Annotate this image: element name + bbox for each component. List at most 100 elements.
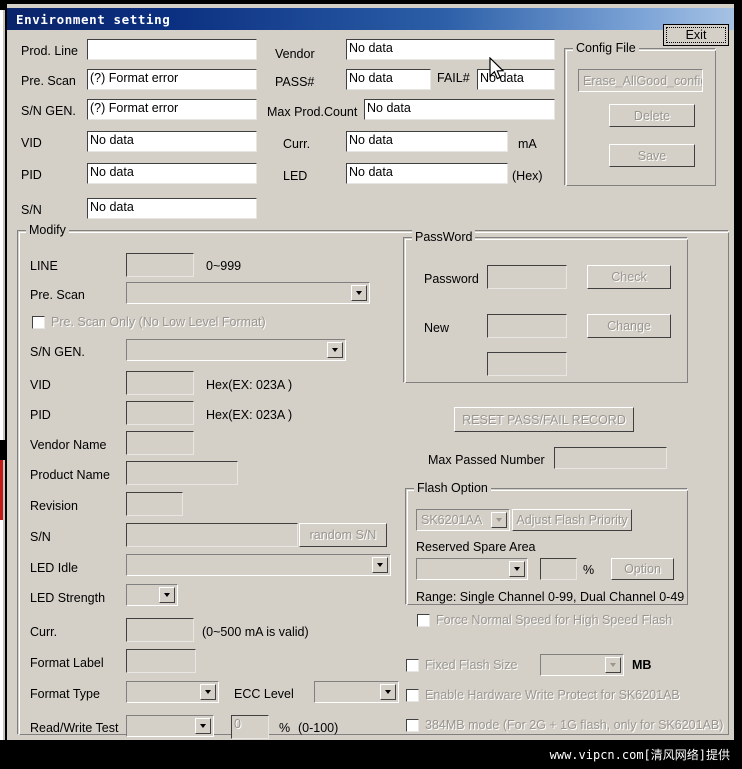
fixed-flash-size-combo[interactable]: [540, 654, 624, 676]
chevron-down-icon[interactable]: [195, 718, 211, 734]
reserved-percent-sign: %: [583, 563, 595, 577]
percent-sign-label: %: [279, 721, 291, 735]
read-write-test-label: Read/Write Test: [30, 721, 119, 735]
pid-status-field[interactable]: No data: [87, 163, 257, 184]
hw-write-protect-checkbox[interactable]: Enable Hardware Write Protect for SK6201…: [406, 688, 680, 702]
sn-status-field[interactable]: No data: [87, 198, 257, 219]
revision-input[interactable]: [126, 492, 183, 516]
window-title: Environment setting: [16, 11, 171, 27]
product-name-input[interactable]: [126, 461, 238, 485]
led-status-label: LED: [283, 169, 308, 183]
led-idle-combo[interactable]: [126, 554, 391, 576]
chevron-down-icon[interactable]: [491, 512, 507, 528]
ecc-level-label: ECC Level: [234, 687, 294, 701]
format-label-input[interactable]: [126, 649, 196, 673]
chevron-down-icon[interactable]: [372, 557, 388, 573]
reserved-spare-area-label: Reserved Spare Area: [416, 540, 536, 554]
exit-button[interactable]: Exit: [663, 24, 729, 46]
led-idle-label: LED Idle: [30, 561, 78, 575]
password-group: PassWord Password Check New Change: [403, 230, 688, 383]
new-password-input[interactable]: [487, 314, 567, 338]
reset-pass-fail-button[interactable]: RESET PASS/FAIL RECORD: [454, 407, 634, 432]
max-prod-count-label: Max Prod.Count: [267, 105, 358, 119]
ecc-level-combo[interactable]: [314, 681, 399, 703]
check-password-button[interactable]: Check: [587, 265, 671, 289]
mode-384mb-label: 384MB mode (For 2G + 1G flash, only for …: [425, 718, 724, 732]
mode-384mb-checkbox[interactable]: 384MB mode (For 2G + 1G flash, only for …: [406, 718, 723, 732]
client-area: Exit Prod. Line Pre. Scan (?) Format err…: [7, 24, 734, 740]
config-file-combo[interactable]: Erase_AllGood_config: [578, 69, 703, 92]
max-prod-count-field[interactable]: No data: [364, 99, 555, 120]
sn-gen-status-field[interactable]: (?) Format error: [87, 99, 257, 120]
reserved-spare-area-combo[interactable]: [416, 558, 528, 580]
fail-count-field[interactable]: No data: [477, 69, 555, 90]
chevron-down-icon[interactable]: [351, 285, 367, 301]
chevron-down-icon[interactable]: [327, 342, 343, 358]
confirm-password-input[interactable]: [487, 352, 567, 376]
window-left-edge: [0, 0, 7, 769]
line-input[interactable]: [126, 253, 194, 277]
pre-scan-only-checkbox[interactable]: Pre. Scan Only (No Low Level Format): [32, 315, 266, 329]
led-strength-combo[interactable]: [126, 584, 178, 606]
adjust-flash-priority-button[interactable]: Adjust Flash Priority: [512, 509, 632, 531]
fail-count-label: FAIL#: [437, 71, 470, 85]
vid-input[interactable]: [126, 371, 194, 395]
line-label: LINE: [30, 259, 58, 273]
sn-gen-combo[interactable]: [126, 339, 346, 361]
pass-count-field[interactable]: No data: [346, 69, 431, 90]
fixed-flash-size-checkbox[interactable]: Fixed Flash Size: [406, 658, 517, 672]
vendor-name-input[interactable]: [126, 431, 194, 455]
prod-line-field[interactable]: [87, 39, 257, 60]
password-group-title: PassWord: [412, 230, 476, 244]
vid-status-label: VID: [21, 136, 42, 150]
chevron-down-icon[interactable]: [159, 587, 175, 603]
password-input[interactable]: [487, 265, 567, 289]
title-bar: Environment setting: [7, 8, 734, 30]
change-password-button[interactable]: Change: [587, 314, 671, 338]
flash-chip-combo-value: SK6201AA: [421, 513, 483, 527]
delete-config-button[interactable]: Delete: [609, 104, 695, 127]
reserved-option-button[interactable]: Option: [611, 558, 674, 580]
led-strength-label: LED Strength: [30, 591, 106, 605]
vid-status-field[interactable]: No data: [87, 131, 257, 152]
force-normal-speed-label: Force Normal Speed for High Speed Flash: [436, 613, 673, 627]
sn-input[interactable]: [126, 523, 298, 547]
fixed-flash-size-unit: MB: [632, 658, 652, 672]
chevron-down-icon[interactable]: [380, 684, 396, 700]
read-write-test-combo[interactable]: [126, 715, 214, 737]
save-config-button[interactable]: Save: [609, 144, 695, 167]
pid-status-label: PID: [21, 168, 42, 182]
curr-hint: (0~500 mA is valid): [202, 625, 309, 639]
vendor-field[interactable]: No data: [346, 39, 555, 60]
random-sn-button[interactable]: random S/N: [299, 523, 387, 547]
read-write-test-range: (0-100): [298, 721, 339, 735]
read-write-test-percent-input[interactable]: 0: [231, 715, 269, 739]
chevron-down-icon[interactable]: [605, 657, 621, 673]
format-type-combo[interactable]: [126, 681, 219, 703]
curr-status-field[interactable]: No data: [346, 131, 508, 152]
checkbox-box-icon: [406, 718, 419, 732]
pid-hint: Hex(EX: 023A ): [206, 408, 293, 422]
config-file-group-title: Config File: [573, 41, 639, 55]
led-status-field[interactable]: No data: [346, 163, 508, 184]
pid-input[interactable]: [126, 401, 194, 425]
flash-chip-combo[interactable]: SK6201AA: [416, 509, 510, 531]
pass-count-label: PASS#: [275, 75, 315, 89]
line-hint: 0~999: [206, 259, 242, 273]
chevron-down-icon[interactable]: [509, 561, 525, 577]
vid-modify-label: VID: [30, 378, 51, 392]
pre-scan-modify-label: Pre. Scan: [30, 288, 85, 302]
delete-config-label: Delete: [633, 108, 671, 123]
curr-input[interactable]: [126, 618, 194, 642]
pre-scan-status-field[interactable]: (?) Format error: [87, 69, 257, 90]
force-normal-speed-checkbox[interactable]: Force Normal Speed for High Speed Flash: [417, 613, 672, 627]
chevron-down-icon[interactable]: [200, 684, 216, 700]
max-passed-number-input[interactable]: [554, 447, 667, 469]
checkbox-box-icon: [406, 688, 419, 702]
sn-gen-status-label: S/N GEN.: [21, 104, 76, 118]
pre-scan-only-label: Pre. Scan Only (No Low Level Format): [51, 315, 266, 329]
curr-modify-label: Curr.: [30, 625, 58, 639]
reserved-spare-percent-input[interactable]: [540, 558, 577, 580]
modify-group-title: Modify: [26, 223, 69, 237]
pre-scan-combo[interactable]: [126, 282, 370, 304]
